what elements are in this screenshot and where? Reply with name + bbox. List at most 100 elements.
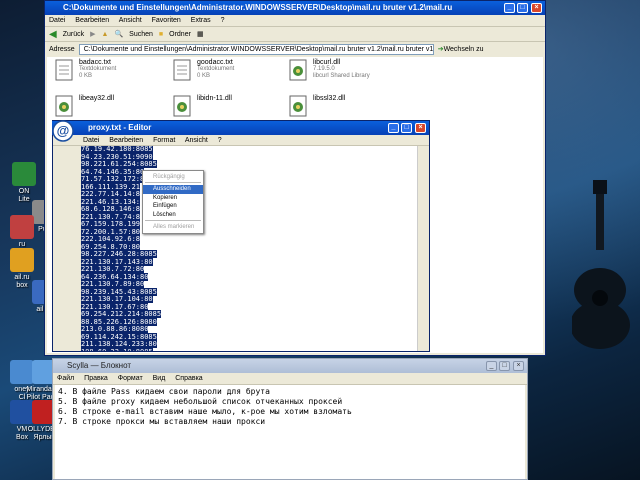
app-icon xyxy=(10,215,34,239)
text-file-icon xyxy=(173,59,191,81)
app-icon xyxy=(12,162,36,186)
editor-scrollbar[interactable] xyxy=(417,146,427,351)
dll-file-icon xyxy=(55,95,73,117)
notepad-menu-help[interactable]: Справка xyxy=(175,375,202,382)
menu-item-extras[interactable]: Extras xyxy=(191,17,211,24)
editor-menu-bearbeiten[interactable]: Bearbeiten xyxy=(109,137,143,144)
instruction-line: 4. В файле Pass кидаем свои пароли для б… xyxy=(58,387,270,396)
notepad-menubar: Файл Правка Формат Вид Справка xyxy=(53,373,527,385)
proxy-line-text: 76.19.42.180:8085 xyxy=(81,146,153,153)
notepad-menu-file[interactable]: Файл xyxy=(57,375,74,382)
file-name: libssl32.dll xyxy=(313,95,346,102)
editor-text-area[interactable]: 76.19.42.180:8085 94.23.230.51:9090 98.221… xyxy=(81,146,427,351)
menu-item-datei[interactable]: Datei xyxy=(49,17,65,24)
file-size: 0 KB xyxy=(79,73,93,79)
proxy-line-text: 98.221.61.254:8085 xyxy=(81,160,157,168)
ctx-cut[interactable]: Ausschneiden xyxy=(143,185,203,194)
close-button[interactable]: × xyxy=(531,3,542,13)
ctx-undo[interactable]: Rückgängig xyxy=(143,173,203,181)
address-label: Adresse xyxy=(49,45,75,53)
notepad-menu-format[interactable]: Формат xyxy=(118,375,143,382)
go-button[interactable]: Wechseln zu xyxy=(444,46,484,53)
folders-button[interactable]: Ordner xyxy=(169,27,191,42)
dll-file-icon xyxy=(173,95,191,117)
desktop-icon[interactable]: ON Lite xyxy=(2,162,46,204)
explorer-toolbar: ◀ Zurück ▶ ▲ 🔍 Suchen ■ Ordner ▦ xyxy=(45,27,545,42)
views-icon[interactable]: ▦ xyxy=(197,27,204,42)
search-button[interactable]: Suchen xyxy=(129,27,153,42)
ctx-select-all[interactable]: Alles markieren xyxy=(143,223,203,231)
menu-item-ansicht[interactable]: Ansicht xyxy=(119,17,142,24)
editor-titlebar[interactable]: proxy.txt - Editor _ □ × xyxy=(52,121,429,135)
proxy-line-text: 98.227.246.28:8085 xyxy=(81,250,157,258)
file-name: libidn-11.dll xyxy=(197,95,232,102)
back-arrow-icon[interactable]: ◀ xyxy=(49,27,57,42)
instruction-line: 6. В строке e-mail вставим наше мыло, к-… xyxy=(58,407,352,416)
minimize-button[interactable]: _ xyxy=(504,3,515,13)
file-item[interactable]: libeay32.dll xyxy=(55,95,115,117)
address-bar: Adresse C:\Dokumente und Einstellungen\A… xyxy=(45,42,545,56)
proxy-line-text: 69.254.212.214:8085 xyxy=(81,310,162,318)
ctx-separator xyxy=(145,219,201,222)
file-name: badacc.txt xyxy=(79,59,111,66)
proxy-line-text: 68.6.128.146:8 xyxy=(81,205,141,213)
menu-item-bearbeiten[interactable]: Bearbeiten xyxy=(75,17,109,24)
file-type: Textdokument xyxy=(197,66,235,72)
editor-menu-format[interactable]: Format xyxy=(153,137,175,144)
file-name: libeay32.dll xyxy=(79,95,115,102)
proxy-line: 198.60.22.10:8085 xyxy=(81,347,427,351)
file-item[interactable]: libcurl.dll 7.19.5.0 libcurl Shared Libr… xyxy=(289,59,370,81)
notepad-text-area[interactable]: 4. В файле Pass кидаем свои пароли для б… xyxy=(55,385,525,479)
ctx-paste[interactable]: Einfügen xyxy=(143,202,203,210)
file-name: goodacc.txt xyxy=(197,59,233,66)
ctx-separator xyxy=(145,182,201,184)
explorer-titlebar[interactable]: C:\Dokumente und Einstellungen\Administr… xyxy=(45,1,545,15)
back-button[interactable]: Zurück xyxy=(63,27,84,42)
address-input[interactable]: C:\Dokumente und Einstellungen\Administr… xyxy=(78,43,434,55)
proxy-line-text: 221.130.7.72:80 xyxy=(81,265,145,273)
context-menu: Rückgängig Ausschneiden Kopieren Einfüge… xyxy=(142,170,204,235)
editor-menubar: Datei Bearbeiten Format Ansicht ? xyxy=(53,135,429,146)
notepad-minimize-button[interactable]: _ xyxy=(486,361,497,371)
editor-minimize-button[interactable]: _ xyxy=(388,123,399,133)
editor-lines: 76.19.42.180:8085 94.23.230.51:9090 98.221… xyxy=(81,146,427,351)
explorer-menubar: Datei Bearbeiten Ansicht Favoriten Extra… xyxy=(45,15,545,27)
file-type: Textdokument xyxy=(79,66,117,72)
proxy-editor-window: proxy.txt - Editor _ □ × Datei Bearbeite… xyxy=(52,120,430,352)
notepad-menu-edit[interactable]: Правка xyxy=(84,375,108,382)
dll-file-icon xyxy=(289,59,307,81)
proxy-line-text: 221.130.7.89:80 xyxy=(81,280,145,288)
menu-item-favoriten[interactable]: Favoriten xyxy=(152,17,181,24)
proxy-line-text: 222.104.92.6:8 xyxy=(81,235,141,243)
editor-menu-datei[interactable]: Datei xyxy=(83,137,99,144)
instruction-line: 7. В строке прокси мы вставляем наши про… xyxy=(58,417,266,426)
notepad-menu-view[interactable]: Вид xyxy=(153,375,166,382)
file-item[interactable]: libidn-11.dll xyxy=(173,95,232,117)
file-item[interactable]: badacc.txt Textdokument 0 KB xyxy=(55,59,117,81)
editor-title: proxy.txt - Editor xyxy=(88,123,152,132)
svg-text:@: @ xyxy=(57,123,70,138)
file-name: libcurl.dll xyxy=(313,59,341,66)
search-icon: 🔍 xyxy=(114,30,124,38)
file-item[interactable]: libssl32.dll xyxy=(289,95,346,117)
proxy-line-text: 211.138.124.233:80 xyxy=(81,340,157,348)
editor-menu-ansicht[interactable]: Ansicht xyxy=(185,137,208,144)
notepad-maximize-button[interactable]: □ xyxy=(499,361,510,371)
editor-maximize-button[interactable]: □ xyxy=(401,123,412,133)
menu-item-help[interactable]: ? xyxy=(221,17,225,24)
ctx-copy[interactable]: Kopieren xyxy=(143,194,203,202)
proxy-line-text: 198.60.22.10:8085 xyxy=(81,347,153,351)
notepad-title: Scylla — Блокнот xyxy=(67,361,132,370)
forward-arrow-icon[interactable]: ▶ xyxy=(90,27,95,42)
maximize-button[interactable]: □ xyxy=(517,3,528,13)
file-item[interactable]: goodacc.txt Textdokument 0 KB xyxy=(173,59,235,81)
notepad-titlebar[interactable]: Scylla — Блокнот _ □ × xyxy=(53,359,527,373)
editor-close-button[interactable]: × xyxy=(415,123,426,133)
instructions-notepad-window: Scylla — Блокнот _ □ × Файл Правка Форма… xyxy=(52,358,528,480)
notepad-close-button[interactable]: × xyxy=(513,361,524,371)
ctx-delete[interactable]: Löschen xyxy=(143,211,203,219)
proxy-line-text: 213.0.88.86:8080 xyxy=(81,325,149,333)
editor-menu-help[interactable]: ? xyxy=(218,137,222,144)
text-file-icon xyxy=(55,59,73,81)
up-folder-icon[interactable]: ▲ xyxy=(102,27,109,42)
